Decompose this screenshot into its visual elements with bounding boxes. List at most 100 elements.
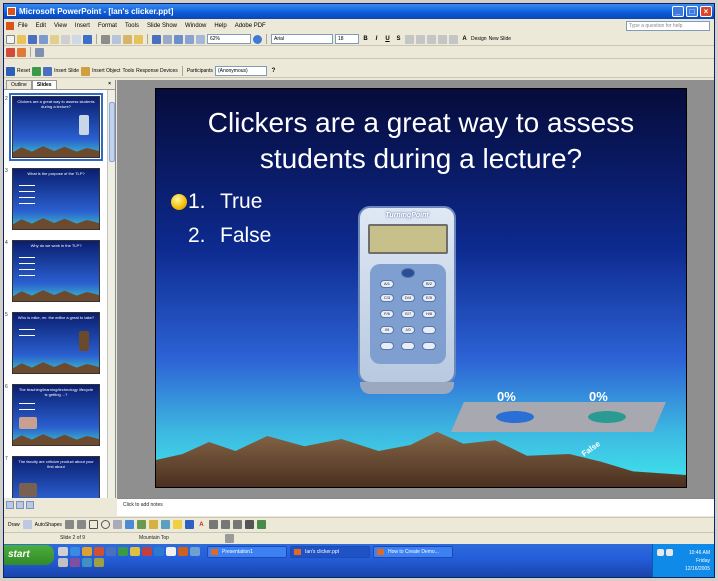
convert-pdf-icon[interactable] (17, 47, 26, 57)
menu-insert[interactable]: Insert (75, 23, 90, 29)
help-question-input[interactable]: Type a question for help (626, 20, 710, 31)
firefox-icon[interactable] (178, 547, 188, 556)
save-icon[interactable] (28, 34, 37, 44)
print-preview-icon[interactable] (72, 34, 81, 44)
font-size-select[interactable]: 18 (335, 34, 359, 44)
shadow-button[interactable]: S (394, 36, 403, 42)
select-pointer-icon[interactable] (22, 520, 32, 529)
slides-pane-scrollbar[interactable] (107, 90, 115, 498)
3d-style-icon[interactable] (256, 520, 266, 529)
help-icon[interactable] (253, 34, 262, 44)
outlook-icon[interactable] (130, 547, 140, 556)
undo-icon[interactable] (152, 34, 161, 44)
zoom-select[interactable]: 62% (207, 34, 251, 44)
app-icon[interactable] (82, 558, 92, 567)
reset-button[interactable]: Reset (17, 68, 30, 74)
rectangle-icon[interactable] (88, 520, 98, 529)
adobe-pdf-icon[interactable] (6, 47, 15, 57)
menu-format[interactable]: Format (98, 23, 117, 29)
line-color-icon[interactable] (184, 520, 194, 529)
notepad-icon[interactable] (166, 547, 176, 556)
close-button[interactable]: × (700, 6, 712, 17)
redo-icon[interactable] (163, 34, 172, 44)
taskbar-item[interactable]: How to Create Demo... (373, 546, 453, 558)
design-button[interactable]: Design (471, 36, 487, 42)
spelling-status-icon[interactable] (224, 533, 234, 543)
slide-sorter-view-icon[interactable] (16, 501, 24, 509)
network-icon[interactable] (657, 549, 664, 556)
insert-object-button[interactable]: Insert Object (92, 68, 120, 74)
tab-slides[interactable]: Slides (31, 80, 57, 89)
italic-button[interactable]: I (372, 36, 381, 42)
slide-show-view-icon[interactable] (26, 501, 34, 509)
permission-icon[interactable] (39, 34, 48, 44)
font-color-button[interactable]: A (460, 36, 469, 42)
menu-help[interactable]: Help (214, 23, 226, 29)
title-bar[interactable]: Microsoft PowerPoint - [Ian's clicker.pp… (4, 4, 714, 19)
scrollbar-thumb[interactable] (109, 102, 115, 162)
diagram-icon[interactable] (136, 520, 146, 529)
draw-menu[interactable]: Draw (8, 522, 20, 528)
fill-color-icon[interactable] (172, 520, 182, 529)
oval-icon[interactable] (100, 520, 110, 529)
autoshapes-menu[interactable]: AutoShapes (35, 522, 62, 528)
dash-style-icon[interactable] (220, 520, 230, 529)
new-slide-button[interactable]: New Slide (489, 36, 512, 42)
powerpoint-icon[interactable] (94, 547, 104, 556)
tools-button[interactable]: Tools (122, 68, 134, 74)
new-icon[interactable] (6, 34, 15, 44)
line-style-icon[interactable] (208, 520, 218, 529)
menu-tools[interactable]: Tools (125, 23, 139, 29)
slide-thumbnail[interactable]: The teaching/learning/technology lifecyc… (12, 384, 100, 446)
email-icon[interactable] (50, 34, 59, 44)
answer-options[interactable]: 1. True 2. False (171, 185, 271, 253)
paste-icon[interactable] (123, 34, 132, 44)
textbox-icon[interactable] (112, 520, 122, 529)
messenger-icon[interactable] (190, 547, 200, 556)
taskbar-item-active[interactable]: Ian's clicker.ppt (290, 546, 370, 558)
font-color-icon[interactable]: A (197, 522, 206, 528)
tab-outline[interactable]: Outline (6, 80, 32, 89)
start-button[interactable]: start (4, 545, 54, 565)
taskbar-item[interactable]: Presentation1 (207, 546, 287, 558)
folder-icon[interactable] (82, 547, 92, 556)
slide-title[interactable]: Clickers are a great way to assess stude… (156, 105, 686, 177)
format-painter-icon[interactable] (134, 34, 143, 44)
picture-icon[interactable] (160, 520, 170, 529)
help-button[interactable]: ? (269, 68, 278, 74)
bold-button[interactable]: B (361, 36, 370, 42)
current-slide[interactable]: Clickers are a great way to assess stude… (155, 88, 687, 488)
clicker-device-image[interactable]: TurningPoint A/1 B/2 C/3 D/4 E/5 F/6 G/7… (358, 206, 456, 394)
arrow-style-icon[interactable] (232, 520, 242, 529)
slide-icon[interactable] (43, 66, 53, 76)
menu-edit[interactable]: Edit (36, 23, 46, 29)
review-icon[interactable] (35, 47, 44, 57)
app-icon[interactable] (70, 558, 80, 567)
copy-icon[interactable] (112, 34, 121, 44)
notes-pane[interactable]: Click to add notes (117, 498, 714, 516)
align-center-icon[interactable] (416, 34, 425, 44)
chart-icon[interactable] (32, 66, 42, 76)
volume-icon[interactable] (666, 549, 673, 556)
calculator-icon[interactable] (58, 558, 68, 567)
wordart-icon[interactable] (124, 520, 134, 529)
bullets-icon[interactable] (449, 34, 458, 44)
close-pane-icon[interactable]: × (104, 80, 115, 89)
slide-thumbnail[interactable]: Clickers are a great way to assess stude… (9, 93, 103, 161)
chart-icon[interactable] (174, 34, 183, 44)
media-icon[interactable] (154, 547, 164, 556)
internet-explorer-icon[interactable] (70, 547, 80, 556)
menu-window[interactable]: Window (185, 23, 206, 29)
menu-slide-show[interactable]: Slide Show (147, 23, 177, 29)
insert-slide-button[interactable]: Insert Slide (54, 68, 79, 74)
font-name-select[interactable]: Arial (271, 34, 333, 44)
cut-icon[interactable] (101, 34, 110, 44)
grid-icon[interactable] (196, 34, 205, 44)
answer-option[interactable]: 1. True (171, 185, 271, 219)
open-icon[interactable] (17, 34, 26, 44)
maximize-button[interactable]: □ (686, 6, 698, 17)
minimize-button[interactable]: _ (672, 6, 684, 17)
shadow-style-icon[interactable] (244, 520, 254, 529)
table-icon[interactable] (185, 34, 194, 44)
numbering-icon[interactable] (438, 34, 447, 44)
